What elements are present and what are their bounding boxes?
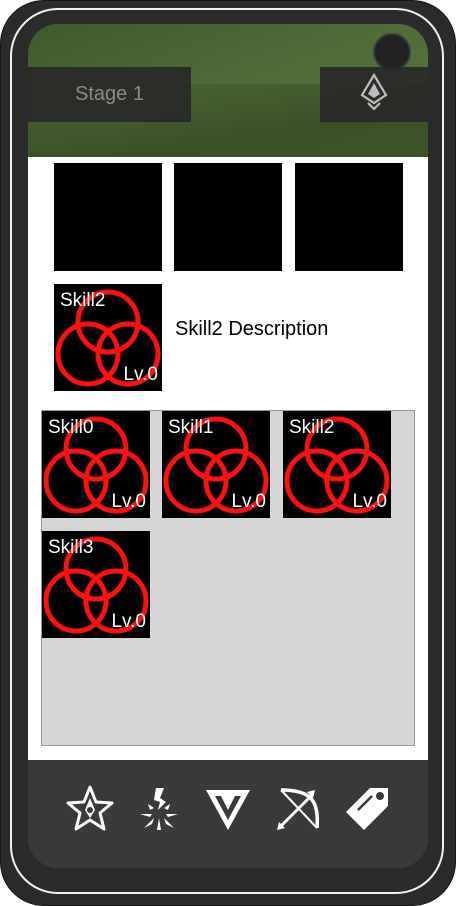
inventory-skill-2[interactable]: Skill2 Lv.0 (283, 411, 391, 518)
equipped-slot-3[interactable] (295, 163, 403, 271)
inventory-skill-1[interactable]: Skill1 Lv.0 (162, 411, 270, 518)
selected-skill-level: Lv.0 (123, 364, 158, 385)
selected-skill-name: Skill2 (60, 290, 106, 311)
skill-level: Lv.0 (111, 491, 146, 512)
nav-weapon-button[interactable] (271, 782, 325, 836)
chevron-triangle-icon (206, 790, 250, 830)
skill-name: Skill2 (289, 417, 335, 438)
nav-star-button[interactable] (63, 782, 117, 836)
bottom-nav-bar (28, 760, 428, 868)
stage-label: Stage 1 (75, 83, 144, 105)
skill-name: Skill3 (48, 537, 94, 558)
stage-indicator[interactable]: Stage 1 (28, 67, 191, 122)
nav-skill-button[interactable] (132, 782, 186, 836)
skill-description: Skill2 Description (175, 318, 329, 340)
skill-level: Lv.0 (111, 611, 146, 632)
bow-arrow-icon (277, 788, 320, 830)
game-screen: Stage 1 Skill2 Lv.0 Skill2 Description S… (28, 24, 428, 868)
skill-level: Lv.0 (352, 491, 387, 512)
rank-emblem-icon (359, 72, 389, 116)
skill-burst-icon (140, 788, 178, 830)
inventory-skill-3[interactable]: Skill3 Lv.0 (42, 531, 150, 638)
equipped-slot-1[interactable] (54, 163, 162, 271)
tag-icon (346, 788, 388, 830)
star-emblem-icon (66, 785, 114, 831)
selected-skill-card[interactable]: Skill2 Lv.0 (54, 284, 162, 391)
front-camera (373, 33, 411, 71)
skill-name: Skill1 (168, 417, 214, 438)
skill-name: Skill0 (48, 417, 94, 438)
skill-inventory[interactable]: Skill0 Lv.0 Skill1 Lv.0 Skill2 Lv.0 Skil… (41, 410, 415, 746)
skill-panel: Skill2 Lv.0 Skill2 Description Skill0 Lv… (28, 157, 428, 760)
skill-level: Lv.0 (231, 491, 266, 512)
nav-rank-button[interactable] (201, 782, 255, 836)
nav-shop-button[interactable] (340, 782, 394, 836)
rank-button[interactable] (320, 67, 428, 122)
inventory-skill-0[interactable]: Skill0 Lv.0 (42, 411, 150, 518)
equipped-slot-2[interactable] (174, 163, 282, 271)
